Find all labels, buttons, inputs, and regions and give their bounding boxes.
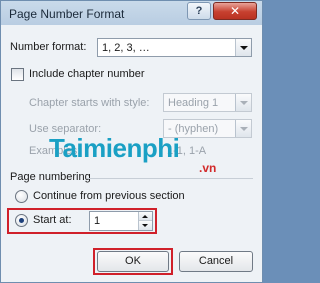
include-chapter-label: Include chapter number xyxy=(29,68,145,80)
page-numbering-heading: Page numbering xyxy=(10,171,91,183)
chapter-style-dropdown-button[interactable] xyxy=(235,94,251,111)
spinner-arrows xyxy=(138,212,152,230)
chapter-style-label: Chapter starts with style: xyxy=(29,97,150,109)
continue-previous-radio[interactable] xyxy=(15,190,28,203)
title-bar[interactable]: Page Number Format ? ✕ xyxy=(1,1,262,25)
dialog-body: Number format: 1, 2, 3, … Include chapte… xyxy=(3,25,260,282)
close-button[interactable]: ✕ xyxy=(213,2,257,20)
start-at-value: 1 xyxy=(94,215,101,227)
watermark-logo: Taimienphi xyxy=(49,133,180,163)
spinner-up-button[interactable] xyxy=(139,212,152,221)
continue-previous-label: Continue from previous section xyxy=(33,190,185,202)
arrow-up-icon xyxy=(142,215,148,218)
separator-dropdown-button[interactable] xyxy=(235,120,251,137)
watermark-suffix: .vn xyxy=(199,161,217,175)
help-button[interactable]: ? xyxy=(187,2,211,20)
group-divider xyxy=(87,178,253,179)
cancel-button[interactable]: Cancel xyxy=(179,251,253,272)
start-at-radio[interactable] xyxy=(15,214,28,227)
start-at-label: Start at: xyxy=(33,214,72,226)
arrow-down-icon xyxy=(142,224,148,227)
chevron-down-icon xyxy=(240,127,248,131)
number-format-dropdown-button[interactable] xyxy=(235,39,251,56)
dialog-title: Page Number Format xyxy=(9,7,125,21)
chapter-style-value: Heading 1 xyxy=(168,97,219,109)
number-format-value: 1, 2, 3, … xyxy=(102,42,150,54)
radio-selected-dot xyxy=(19,218,24,223)
chevron-down-icon xyxy=(240,46,248,50)
start-at-spinner[interactable]: 1 xyxy=(89,211,153,231)
chevron-down-icon xyxy=(240,101,248,105)
chapter-style-select[interactable]: Heading 1 xyxy=(163,93,252,112)
number-format-label: Number format: xyxy=(10,41,87,53)
close-icon: ✕ xyxy=(229,4,241,18)
number-format-select[interactable]: 1, 2, 3, … xyxy=(97,38,252,57)
include-chapter-checkbox[interactable] xyxy=(11,68,24,81)
ok-button[interactable]: OK xyxy=(97,251,169,272)
spinner-down-button[interactable] xyxy=(139,221,152,230)
page-number-format-dialog: Page Number Format ? ✕ Number format: 1,… xyxy=(0,0,263,283)
